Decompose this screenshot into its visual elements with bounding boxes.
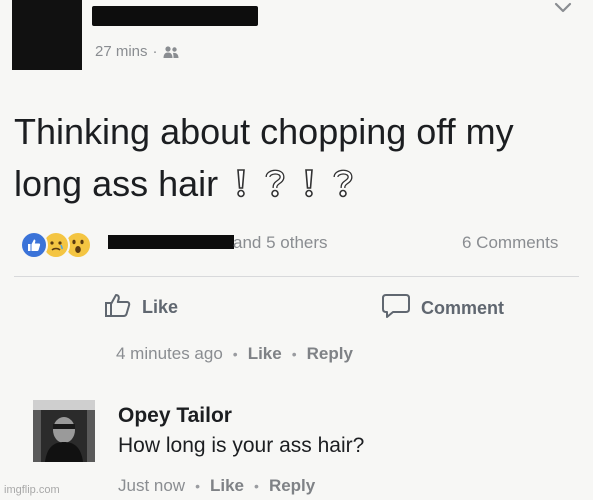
chevron-down-icon[interactable] (553, 1, 573, 15)
previous-comment-like-link[interactable]: Like (248, 344, 282, 364)
comment-text: How long is your ass hair? (118, 434, 365, 457)
reactions-others[interactable]: and 5 others (233, 233, 328, 253)
comment-like-link[interactable]: Like (210, 476, 244, 496)
question-icon (264, 160, 286, 212)
post-time[interactable]: 27 mins (95, 43, 148, 60)
reaction-icons[interactable] (20, 231, 92, 259)
reactor-name-redacted[interactable] (108, 235, 234, 249)
question-icon (332, 160, 354, 212)
like-button[interactable]: Like (104, 292, 178, 323)
meta-dot: • (195, 478, 200, 494)
speech-bubble-icon (381, 292, 411, 325)
comment-button-label: Comment (421, 298, 505, 318)
comment-time[interactable]: Just now (118, 476, 185, 496)
friends-icon (163, 45, 179, 59)
poster-name-redacted[interactable] (92, 6, 258, 26)
comment-button[interactable]: Comment (381, 292, 504, 325)
comment-meta: Just now • Like • Reply (118, 476, 315, 496)
exclamation-icon (302, 160, 316, 212)
post-text-container: Thinking about chopping off my long ass … (14, 106, 584, 212)
previous-comment-time[interactable]: 4 minutes ago (116, 344, 223, 364)
meta-dot: • (254, 478, 259, 494)
previous-comment-meta: 4 minutes ago • Like • Reply (116, 344, 353, 364)
meta-dot: • (291, 346, 297, 362)
previous-comment-reply-link[interactable]: Reply (307, 344, 353, 364)
commenter-avatar[interactable] (33, 400, 95, 462)
poster-avatar-redacted[interactable] (12, 0, 82, 70)
thumbs-up-icon (104, 292, 132, 323)
like-reaction-icon (20, 231, 48, 259)
comment-reply-link[interactable]: Reply (269, 476, 315, 496)
divider (14, 276, 579, 277)
comment-author[interactable]: Opey Tailor (118, 404, 232, 428)
meta-dot: • (232, 346, 238, 362)
exclamation-icon (234, 160, 248, 212)
comments-count[interactable]: 6 Comments (462, 233, 558, 253)
post-meta: 27 mins · (95, 43, 179, 60)
watermark: imgflip.com (4, 484, 60, 496)
like-button-label: Like (142, 297, 179, 317)
meta-separator: · (152, 43, 158, 60)
